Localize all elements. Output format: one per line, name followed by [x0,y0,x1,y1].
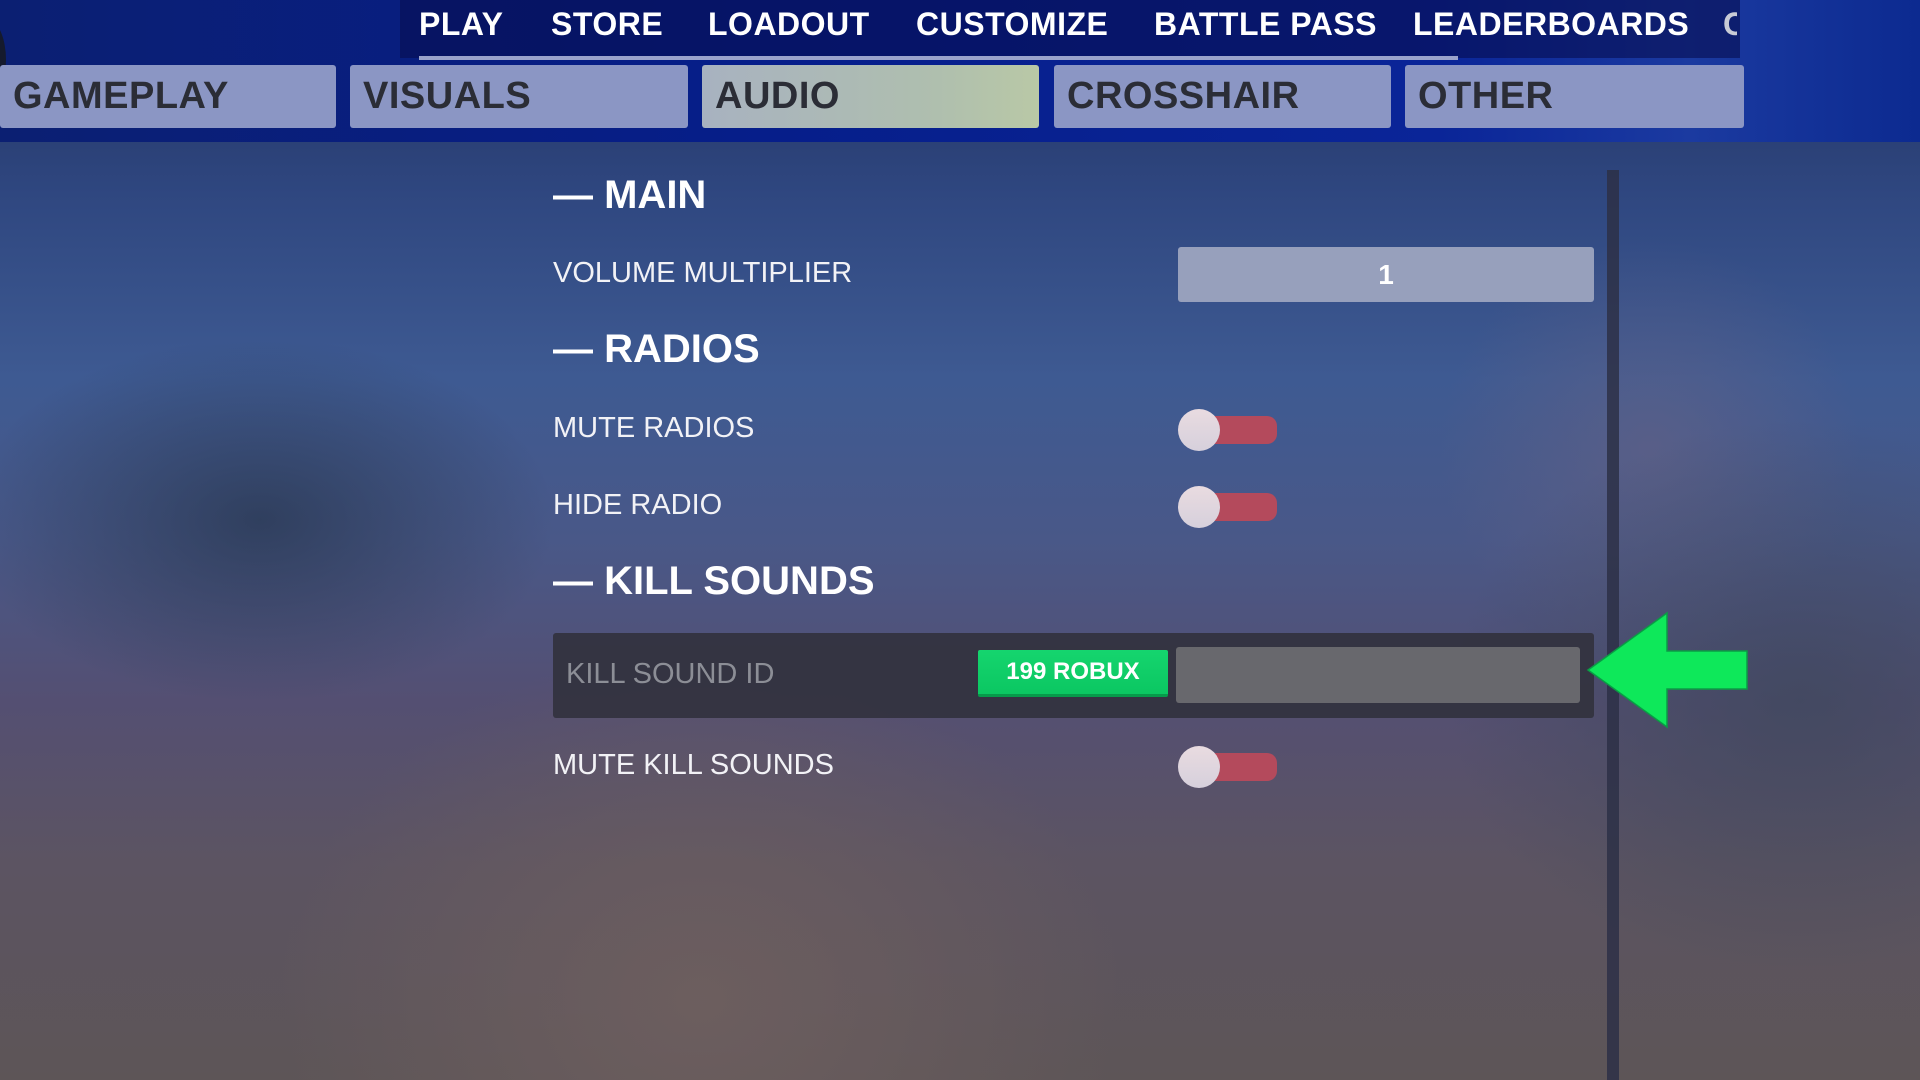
kill-sound-id-label: KILL SOUND ID [566,658,775,690]
toggle-knob [1178,746,1220,788]
toggle-knob [1178,409,1220,451]
section-header-kill-sounds[interactable]: — KILL SOUNDS [553,559,875,604]
hide-radio-toggle[interactable] [1178,486,1278,528]
volume-multiplier-input[interactable]: 1 [1178,247,1594,302]
arrow-left-icon [1586,611,1748,729]
section-header-radios[interactable]: — RADIOS [553,327,760,372]
mute-radios-label: MUTE RADIOS [553,412,755,444]
nav-play[interactable]: PLAY [419,6,503,43]
buy-kill-sound-button[interactable]: 199 ROBUX [978,650,1168,697]
tab-visuals[interactable]: VISUALS [350,65,688,128]
nav-battle-pass[interactable]: BATTLE PASS [1154,6,1377,43]
volume-multiplier-label: VOLUME MULTIPLIER [553,257,853,289]
hide-radio-label: HIDE RADIO [553,489,723,521]
top-nav: PLAY STORE LOADOUT CUSTOMIZE BATTLE PASS… [0,0,1740,60]
tab-audio[interactable]: AUDIO [702,65,1039,128]
nav-leaderboards[interactable]: LEADERBOARDS [1413,6,1689,43]
mute-kill-sounds-toggle[interactable] [1178,746,1278,788]
tab-gameplay[interactable]: GAMEPLAY [0,65,336,128]
tab-other[interactable]: OTHER [1405,65,1744,128]
nav-store[interactable]: STORE [551,6,663,43]
section-header-main[interactable]: — MAIN [553,173,706,218]
nav-customize[interactable]: CUSTOMIZE [916,6,1108,43]
mute-kill-sounds-label: MUTE KILL SOUNDS [553,749,834,781]
kill-sound-id-input[interactable] [1176,647,1580,703]
nav-loadout[interactable]: LOADOUT [708,6,870,43]
mute-radios-toggle[interactable] [1178,409,1278,451]
toggle-knob [1178,486,1220,528]
tab-crosshair[interactable]: CROSSHAIR [1054,65,1391,128]
nav-truncated-item[interactable]: C [1723,6,1737,43]
nav-underline [419,56,1458,60]
